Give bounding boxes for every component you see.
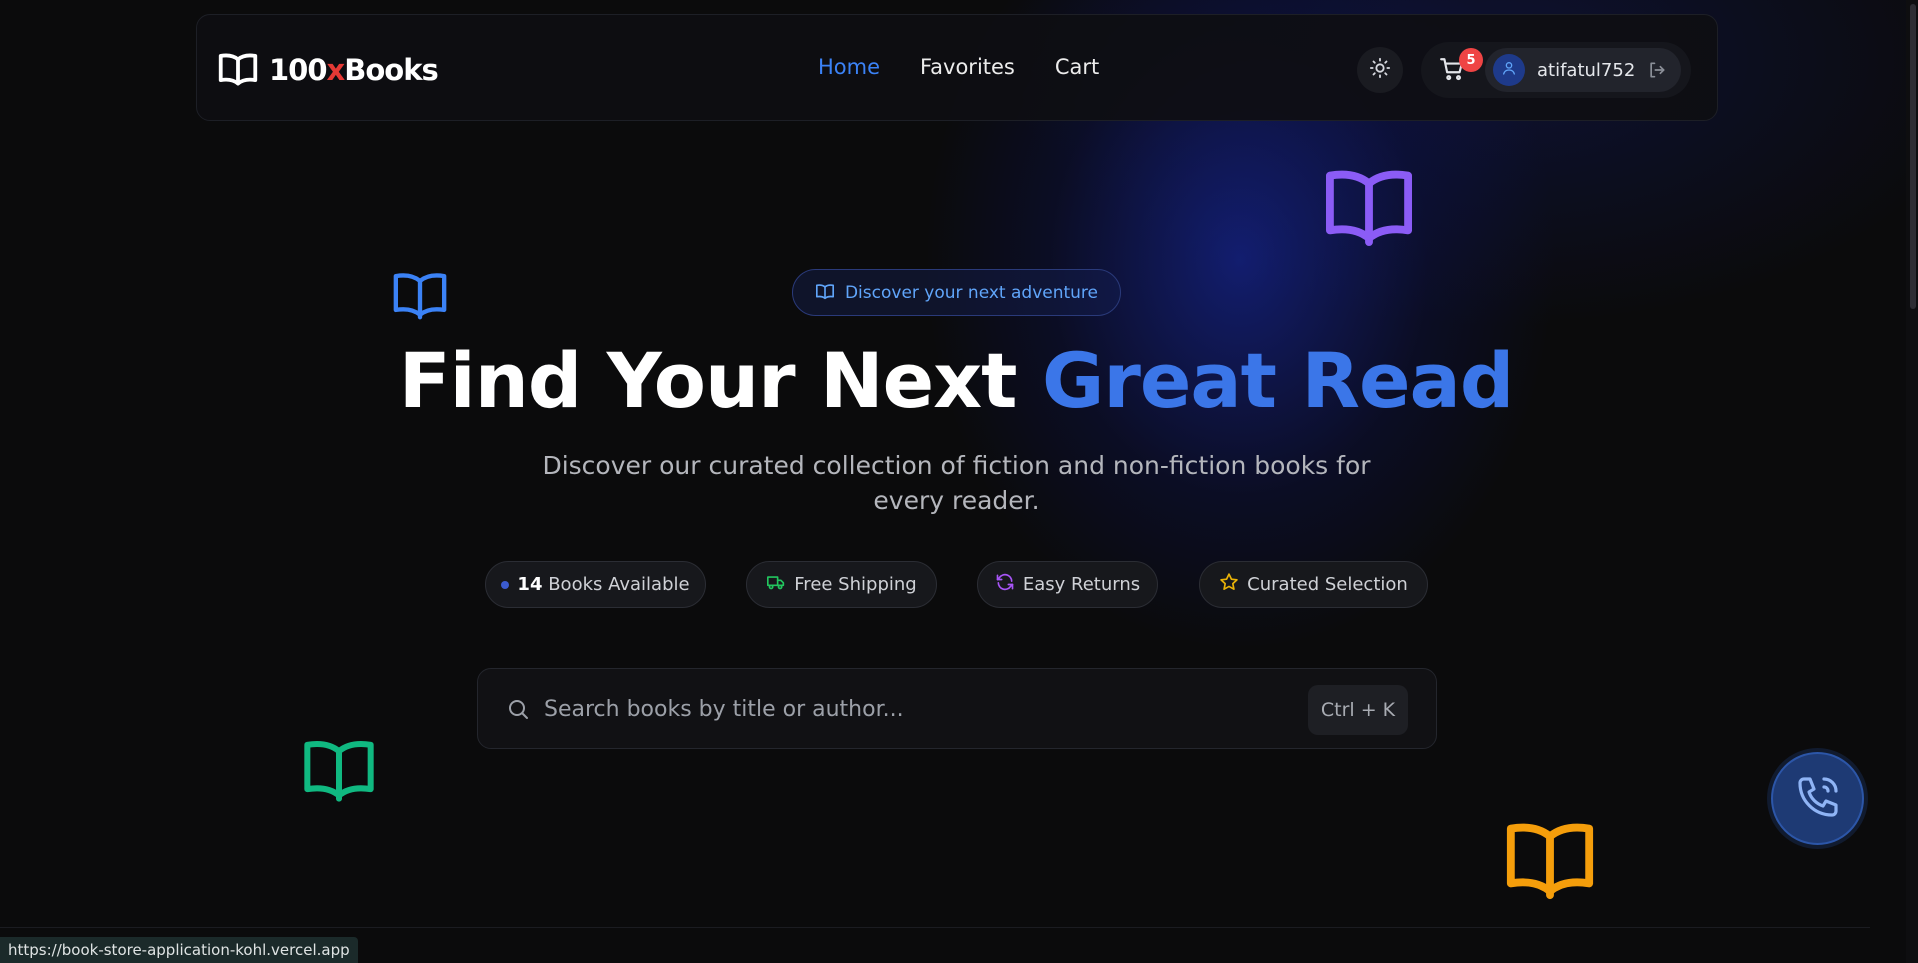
hero-title-accent: Great Read <box>1041 336 1514 425</box>
user-area: 5 atifatul752 <box>1421 42 1691 98</box>
sun-icon <box>1369 57 1391 83</box>
hero-badge: Discover your next adventure <box>792 269 1121 316</box>
search-input[interactable] <box>544 689 1284 729</box>
main-nav: Home Favorites Cart <box>818 55 1099 79</box>
search-bar: Ctrl + K <box>477 668 1437 749</box>
contact-phone-button[interactable] <box>1771 752 1864 845</box>
books-available-pill: 14 Books Available <box>485 561 706 608</box>
search-shortcut-hint: Ctrl + K <box>1308 685 1408 735</box>
status-dot <box>501 580 510 589</box>
logo[interactable]: 100xBooks <box>217 49 439 91</box>
book-open-icon <box>301 731 377 807</box>
site-header: 100xBooks Home Favorites Cart 5 atifatul… <box>196 14 1718 121</box>
theme-toggle-button[interactable] <box>1357 47 1403 93</box>
phone-icon <box>1794 773 1842 825</box>
divider <box>0 927 1870 928</box>
avatar <box>1493 54 1525 86</box>
scrollbar-thumb[interactable] <box>1910 4 1916 309</box>
hero-subtitle: Discover our curated collection of ficti… <box>542 451 1371 515</box>
book-open-icon <box>1503 811 1597 905</box>
user-menu[interactable]: atifatul752 <box>1485 48 1681 92</box>
cart-count-badge: 5 <box>1459 48 1483 72</box>
nav-favorites[interactable]: Favorites <box>920 55 1015 79</box>
truck-icon <box>766 573 786 596</box>
book-open-icon <box>1322 160 1416 250</box>
search-icon <box>506 697 530 725</box>
book-open-icon <box>815 282 835 304</box>
status-bar-url: https://book-store-application-kohl.verc… <box>0 937 358 963</box>
curated-selection-pill: Curated Selection <box>1199 561 1428 608</box>
refresh-icon <box>995 572 1015 597</box>
star-icon <box>1219 572 1239 597</box>
logo-text: 100xBooks <box>269 53 439 87</box>
username: atifatul752 <box>1537 59 1636 81</box>
logout-icon[interactable] <box>1647 60 1667 80</box>
nav-cart[interactable]: Cart <box>1055 55 1099 79</box>
hero-title: Find Your Next Great Read <box>398 336 1514 425</box>
free-shipping-pill: Free Shipping <box>746 561 937 608</box>
user-icon <box>1501 60 1517 80</box>
nav-home[interactable]: Home <box>818 55 880 79</box>
easy-returns-pill: Easy Returns <box>977 561 1158 608</box>
book-open-icon <box>217 49 259 91</box>
scrollbar[interactable] <box>1906 0 1918 963</box>
book-open-icon <box>391 265 449 325</box>
hero-badge-text: Discover your next adventure <box>844 282 1099 303</box>
feature-pills: 14 Books Available Free Shipping Easy Re… <box>0 561 1918 608</box>
